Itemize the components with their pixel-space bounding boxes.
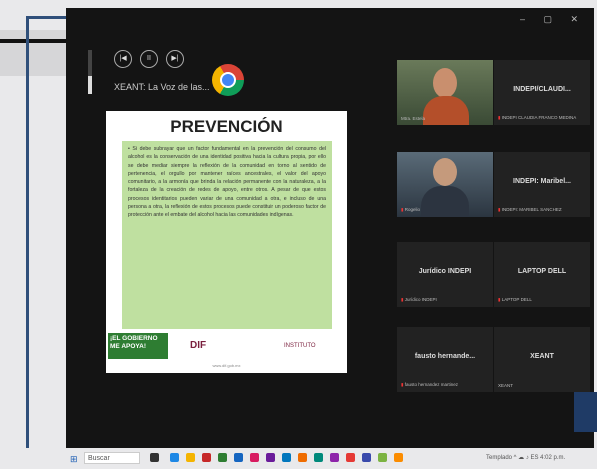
participant-name: XEANT	[530, 353, 554, 360]
frame-border	[26, 16, 66, 19]
background-rule	[0, 39, 66, 43]
participant-sub: ▮ Rogelio	[401, 207, 420, 212]
app-icon[interactable]	[250, 453, 259, 462]
app-icon[interactable]	[218, 453, 227, 462]
participant-tile-video[interactable]: ▮ Rogelio	[397, 152, 493, 217]
participant-name: LAPTOP DELL	[517, 268, 567, 275]
volume-fill	[88, 76, 92, 94]
participant-tile-video[interactable]: Mtra. Estela	[397, 60, 493, 125]
media-title: XEANT: La Voz de las...	[114, 82, 210, 92]
media-controls: |◀ II ▶| XEANT: La Voz de las...	[88, 48, 278, 98]
participant-sub: ▮ LAPTOP DELL	[498, 297, 532, 302]
participant-shoulders	[423, 96, 469, 125]
participant-tile[interactable]: INDEPI: Maribel... ▮ INDEPI: MARIBEL SAN…	[494, 152, 590, 217]
institute-logo: INSTITUTO	[284, 343, 316, 349]
app-icon[interactable]	[394, 453, 403, 462]
participant-gallery: Mtra. Estela INDEPI/CLAUDI... ▮ INDEPI C…	[397, 60, 590, 392]
participant-tile[interactable]: fausto hernande... ▮ fausto hernandez ma…	[397, 327, 493, 392]
windows-start-icon[interactable]: ⊞	[70, 454, 78, 465]
previous-track-button[interactable]: |◀	[114, 50, 132, 68]
taskbar: ⊞ Buscar Templado ^ ☁ ♪ ES 4:02 p.m.	[0, 448, 597, 469]
participant-sub: ▮ INDEPI CLAUDIA FRANCO MEDINA	[498, 115, 577, 120]
participant-sub: ▮ Jurídico INDEPI	[401, 297, 437, 302]
meeting-window: – ▢ ✕ |◀ II ▶| XEANT: La Voz de las... P…	[66, 8, 594, 456]
app-icon[interactable]	[314, 453, 323, 462]
background-band	[0, 30, 66, 76]
taskview-icon[interactable]	[150, 453, 159, 462]
participant-sub: Mtra. Estela	[401, 116, 426, 121]
shared-slide: PREVENCIÓN • Si debe subrayar que un fac…	[106, 111, 347, 373]
participant-tile[interactable]: XEANT XEANT	[494, 327, 590, 392]
app-icon[interactable]	[378, 453, 387, 462]
participant-sub: XEANT	[498, 383, 514, 388]
app-icon[interactable]	[202, 453, 211, 462]
participant-tile[interactable]: Jurídico INDEPI ▮ Jurídico INDEPI	[397, 242, 493, 307]
dif-logo: DIF	[190, 340, 207, 351]
frame-corner	[574, 392, 597, 432]
slide-body: • Si debe subrayar que un factor fundame…	[122, 141, 332, 329]
participant-name: INDEPI: Maribel...	[513, 178, 571, 185]
participant-sub: ▮ fausto hernandez martinez	[401, 382, 459, 387]
app-icon[interactable]	[346, 453, 355, 462]
app-icon[interactable]	[330, 453, 339, 462]
app-icon[interactable]	[282, 453, 291, 462]
participant-face	[433, 68, 457, 98]
participant-shoulders	[421, 186, 469, 217]
app-icon[interactable]	[266, 453, 275, 462]
participant-name: Jurídico INDEPI	[418, 268, 472, 275]
participant-sub: ▮ INDEPI: MARIBEL SANCHEZ	[498, 207, 562, 212]
slide-footer-logos: ¡EL GOBIERNO ME APOYA! DIF INSTITUTO	[106, 331, 347, 361]
app-icon[interactable]	[362, 453, 371, 462]
app-icon[interactable]	[298, 453, 307, 462]
slide-caption: www.dif.gob.mx	[212, 363, 241, 368]
next-track-button[interactable]: ▶|	[166, 50, 184, 68]
volume-slider[interactable]	[88, 50, 92, 94]
app-icon[interactable]	[234, 453, 243, 462]
folder-icon[interactable]	[186, 453, 195, 462]
window-controls[interactable]: – ▢ ✕	[520, 14, 586, 25]
gobierno-logo: ¡EL GOBIERNO ME APOYA!	[108, 333, 168, 359]
participant-name: fausto hernande...	[414, 353, 476, 360]
system-tray[interactable]: Templado ^ ☁ ♪ ES 4:02 p.m.	[486, 454, 565, 461]
chrome-icon[interactable]	[212, 64, 244, 96]
participant-name: INDEPI/CLAUDI...	[513, 86, 571, 93]
pause-button[interactable]: II	[140, 50, 158, 68]
frame-border	[26, 16, 29, 469]
participant-tile[interactable]: LAPTOP DELL ▮ LAPTOP DELL	[494, 242, 590, 307]
slide-title: PREVENCIÓN	[170, 117, 283, 136]
taskbar-search-input[interactable]: Buscar	[84, 452, 140, 464]
participant-face	[433, 158, 457, 186]
participant-tile[interactable]: INDEPI/CLAUDI... ▮ INDEPI CLAUDIA FRANCO…	[494, 60, 590, 125]
edge-icon[interactable]	[170, 453, 179, 462]
